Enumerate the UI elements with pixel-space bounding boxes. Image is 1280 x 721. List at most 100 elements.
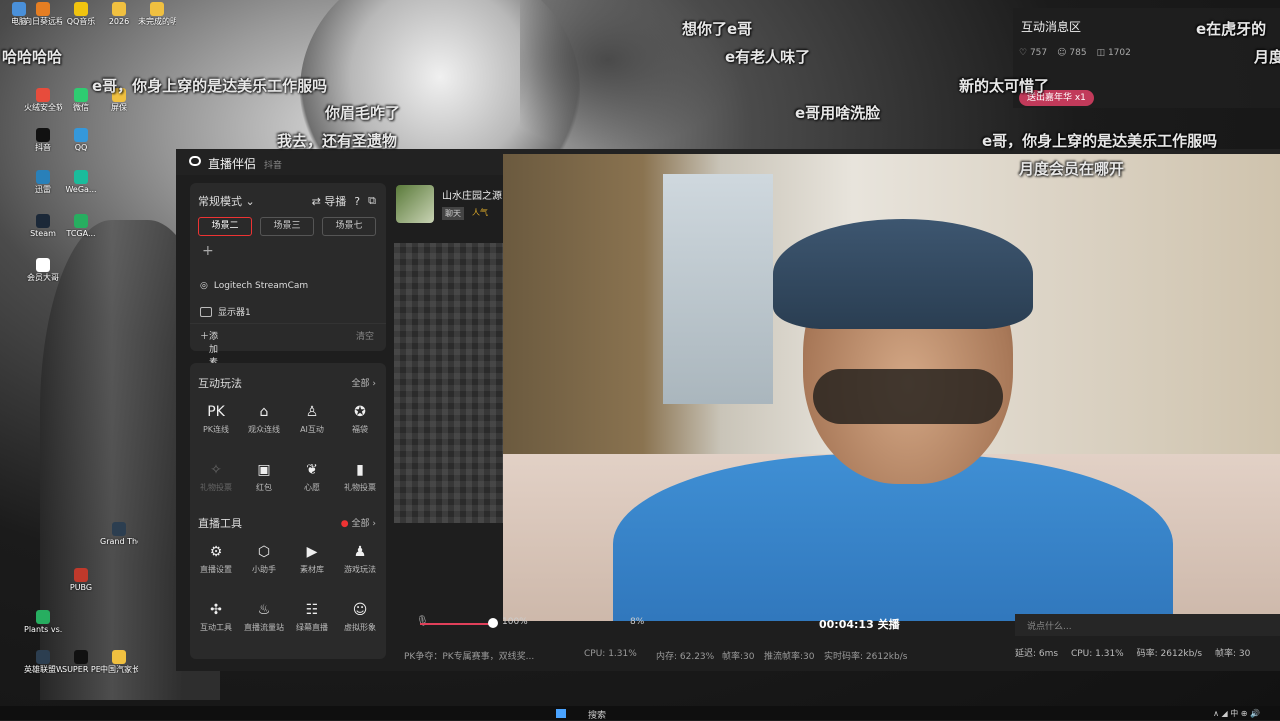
popout-icon[interactable]: ⧉	[368, 194, 376, 208]
add-source-button[interactable]: ＋ 添加素材	[200, 329, 218, 381]
danmaku: 我去，还有圣遗物	[277, 132, 398, 150]
right-status: 延迟: 6ms CPU: 1.31% 码率: 2612kb/s 帧率: 30	[1015, 646, 1280, 662]
desktop-icon[interactable]: 未完成的明星大赛	[138, 2, 176, 26]
desktop-icon[interactable]: 抖音	[24, 128, 62, 152]
app-icon	[74, 170, 88, 184]
camera-icon: ◎	[200, 281, 208, 291]
see-all-link[interactable]: 全部 ›	[352, 376, 376, 389]
interact-tool[interactable]: ✣ 互动工具	[192, 601, 240, 633]
avatar-icon: ☺	[352, 602, 368, 618]
mode-dropdown[interactable]: 常规模式 ⌄	[198, 193, 255, 209]
desktop-icon[interactable]: QQ	[62, 128, 100, 152]
desktop-icon[interactable]: SUPER PEOP...	[62, 650, 100, 674]
app-icon	[112, 650, 126, 664]
window-scene	[663, 174, 773, 404]
desktop-icon[interactable]: PUBG	[62, 568, 100, 592]
platform-label: 抖音	[264, 161, 283, 171]
desktop-icon[interactable]: QQ音乐	[62, 2, 100, 26]
desktop-icon[interactable]: 中国汽家长	[100, 650, 138, 674]
pk-tool[interactable]: PK PK连线	[192, 403, 240, 435]
folder-icon	[112, 2, 126, 16]
app-icon	[36, 88, 50, 102]
see-all-link[interactable]: ● 全部 ›	[341, 516, 376, 529]
scene-tab[interactable]: 场景七	[322, 217, 376, 236]
app-icon	[36, 170, 50, 184]
live-timer: 00:04:13 关播	[819, 618, 900, 631]
source-item[interactable]: ◎ Logitech StreamCam	[200, 281, 308, 291]
link-icon: ⌂	[259, 404, 269, 420]
desktop-icon[interactable]: TCGA...	[62, 214, 100, 238]
app-icon	[74, 568, 88, 582]
app-icon	[36, 2, 50, 16]
assistant-tool[interactable]: ⬡ 小助手	[240, 543, 288, 575]
volume-slider-knob[interactable]	[488, 618, 498, 628]
avatar	[396, 185, 434, 223]
scene-panel: 常规模式 ⌄ ⇄ 导播 ? ⧉ 场景二 场景三 场景七 + ◎ Logitech …	[190, 183, 386, 381]
source-item[interactable]: 显示器1	[200, 305, 251, 318]
app-icon	[74, 214, 88, 228]
desktop-icon[interactable]: 2026	[100, 2, 138, 26]
avatar-tool[interactable]: ☺ 虚拟形象	[336, 601, 384, 633]
volume-value: 100%	[502, 617, 528, 627]
traffic-tool[interactable]: ♨ 直播流量站	[240, 601, 288, 633]
greenscreen-icon: ☷	[305, 602, 319, 618]
switch-button[interactable]: ⇄ 导播	[312, 193, 347, 209]
live-settings-tool[interactable]: ⚙ 直播设置	[192, 543, 240, 575]
bitrate-value: 实时码率: 2612kb/s	[824, 652, 908, 662]
lucky-bag-tool[interactable]: ✪ 福袋	[336, 403, 384, 435]
windows-start-icon[interactable]	[556, 709, 566, 718]
game-tool[interactable]: ♟ 游戏玩法	[336, 543, 384, 575]
desktop-icon[interactable]: WeGa...	[62, 170, 100, 194]
end-live-button[interactable]: 关播	[878, 618, 900, 631]
ai-tool[interactable]: ♙ AI互动	[288, 403, 336, 435]
taskbar-search[interactable]: 搜索	[588, 708, 606, 721]
danmaku: 你眉毛咋了	[325, 104, 401, 122]
mic-level-value: 8%	[630, 617, 645, 627]
tool-panel: 互动玩法 全部 › PK PK连线 ⌂ 观众连线 ♙ AI互动 ✪ 福袋 ✧ 礼物投票 ▣…	[190, 363, 386, 659]
wish-icon: ❦	[306, 462, 318, 478]
app-icon	[36, 610, 50, 624]
app-title: 直播伴侣	[208, 157, 257, 171]
clear-button[interactable]: 清空	[356, 329, 374, 342]
redpacket-tool[interactable]: ▣ 红包	[240, 461, 288, 493]
lucky-bag-icon: ✪	[354, 404, 366, 420]
desktop-icon[interactable]: 迅雷	[24, 170, 62, 194]
chat-input[interactable]: 说点什么...	[1015, 614, 1280, 636]
desktop-icon[interactable]: 火绒安全软件	[24, 88, 62, 112]
sparkle-icon: ✧	[210, 462, 222, 478]
scene-tab[interactable]: 场景二	[198, 217, 252, 236]
folder-icon	[150, 2, 164, 16]
scene-tab[interactable]: 场景三	[260, 217, 314, 236]
audience-link-tool[interactable]: ⌂ 观众连线	[240, 403, 288, 435]
desktop-icon[interactable]: 英雄联盟WeGa...	[24, 650, 62, 674]
add-scene-icon[interactable]: +	[202, 243, 214, 259]
danmaku: 月度会员在哪开	[1019, 160, 1125, 178]
bar-chart-icon: ▮	[356, 462, 364, 478]
desktop-icon[interactable]: Grand Theft...	[100, 522, 138, 546]
desktop-icon[interactable]: Plants vs. Zo...	[24, 610, 62, 634]
wechat-icon	[74, 88, 88, 102]
assistant-icon: ⬡	[257, 544, 271, 560]
steam-icon	[36, 214, 50, 228]
microphone-icon[interactable]: 🎙	[416, 616, 429, 627]
desktop-icon[interactable]: 向日葵远程控制	[24, 2, 62, 26]
flame-icon: ♨	[257, 602, 271, 618]
volume-slider[interactable]	[420, 623, 490, 625]
interaction-title: 互动消息区	[1021, 20, 1082, 34]
wish-tool[interactable]: ❦ 心愿	[288, 461, 336, 493]
greenscreen-tool[interactable]: ☷ 绿幕直播	[288, 601, 336, 633]
rate-value: 码率: 2612kb/s	[1136, 649, 1203, 659]
desktop-icon[interactable]: 会员大哥	[24, 258, 62, 282]
help-icon[interactable]: ?	[354, 195, 360, 208]
redpacket-icon: ▣	[257, 462, 271, 478]
gift-vote-tool[interactable]: ✧ 礼物投票	[192, 461, 240, 493]
danmaku: 新的太可惜了	[959, 77, 1050, 95]
desktop-icon[interactable]: Steam	[24, 214, 62, 238]
pk-icon: PK	[207, 404, 225, 420]
media-library-tool[interactable]: ▶ 素材库	[288, 543, 336, 575]
cpu-value: CPU: 1.31%	[1070, 649, 1124, 659]
gift-poll-tool[interactable]: ▮ 礼物投票	[336, 461, 384, 493]
add-source-bar: ＋ 添加素材 清空	[190, 323, 386, 381]
interaction-stats: ♡ 757 ☺ 785 ◫ 1702	[1019, 48, 1131, 58]
live-companion-window: 直播伴侣 抖音 常规模式 ⌄ ⇄ 导播 ? ⧉ 场景二 场景三 场景七 + ◎ L…	[176, 149, 1280, 671]
